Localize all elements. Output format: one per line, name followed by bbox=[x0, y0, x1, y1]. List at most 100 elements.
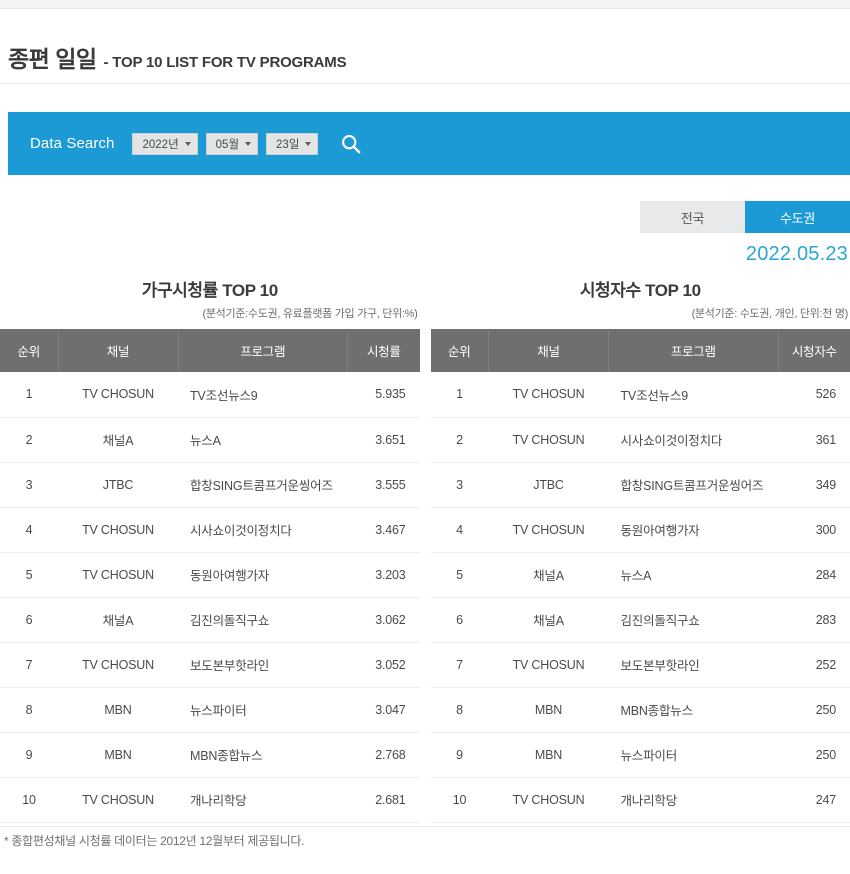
table-row[interactable]: 2 TV CHOSUN 시사쇼이것이정치다 361 bbox=[430, 417, 850, 463]
cell-rank: 3 bbox=[0, 462, 58, 508]
chevron-down-icon bbox=[305, 141, 312, 146]
chevron-down-icon bbox=[245, 141, 252, 146]
cell-channel: 채널A bbox=[58, 597, 178, 643]
cell-program: TV조선뉴스9 bbox=[608, 372, 778, 418]
chevron-down-icon bbox=[184, 141, 191, 146]
table-row[interactable]: 10 TV CHOSUN 개나리학당 2.681 bbox=[0, 777, 420, 823]
tab-nationwide[interactable]: 전국 bbox=[640, 201, 745, 233]
cell-channel: 채널A bbox=[488, 597, 609, 643]
cell-program: 개나리학당 bbox=[608, 777, 778, 823]
cell-value: 252 bbox=[778, 642, 850, 688]
column-header-value: 시청률 bbox=[347, 329, 420, 372]
table-row[interactable]: 4 TV CHOSUN 시사쇼이것이정치다 3.467 bbox=[0, 507, 420, 553]
page-title-korean: 종편 일일 bbox=[8, 46, 97, 72]
table-row[interactable]: 5 TV CHOSUN 동원아여행가자 3.203 bbox=[0, 552, 420, 598]
viewer-count-table: 순위 채널 프로그램 시청자수 1 TV CHOSUN TV조선뉴스9 526 2 TV … bbox=[430, 329, 850, 823]
table-row[interactable]: 3 JTBC 합창SING트콤프거운씽어즈 3.555 bbox=[0, 462, 420, 508]
cell-channel: TV CHOSUN bbox=[488, 777, 609, 823]
cell-value: 284 bbox=[778, 552, 850, 598]
table-row[interactable]: 6 채널A 김진의돌직구쇼 283 bbox=[430, 597, 850, 643]
viewer-count-table-block: 시청자수 TOP 10 (분석기준: 수도권, 개인, 단위:천 명) 순위 채… bbox=[430, 276, 850, 823]
cell-channel: MBN bbox=[488, 732, 609, 778]
column-header-rank: 순위 bbox=[0, 329, 59, 372]
table-row[interactable]: 8 MBN MBN종합뉴스 250 bbox=[430, 687, 850, 733]
cell-rank: 9 bbox=[0, 732, 58, 778]
cell-channel: TV CHOSUN bbox=[58, 552, 178, 598]
month-select-value: 05월 bbox=[215, 138, 240, 151]
cell-channel: JTBC bbox=[58, 462, 178, 508]
cell-channel: TV CHOSUN bbox=[488, 642, 609, 688]
cell-program: 시사쇼이것이정치다 bbox=[608, 417, 778, 463]
table-header-row: 순위 채널 프로그램 시청자수 bbox=[430, 329, 850, 372]
table-row[interactable]: 2 채널A 뉴스A 3.651 bbox=[0, 417, 420, 463]
column-header-rank: 순위 bbox=[430, 329, 489, 372]
cell-rank: 4 bbox=[430, 507, 489, 553]
cell-value: 283 bbox=[778, 597, 850, 643]
cell-channel: 채널A bbox=[58, 417, 178, 463]
table-row[interactable]: 5 채널A 뉴스A 284 bbox=[430, 552, 850, 598]
cell-program: 김진의돌직구쇼 bbox=[178, 597, 348, 643]
column-header-program: 프로그램 bbox=[178, 329, 348, 372]
table-row[interactable]: 7 TV CHOSUN 보도본부핫라인 252 bbox=[430, 642, 850, 688]
cell-value: 2.681 bbox=[347, 777, 420, 823]
cell-value: 2.768 bbox=[347, 732, 420, 778]
footnote-divider bbox=[0, 826, 850, 827]
cell-value: 247 bbox=[778, 777, 850, 823]
table-row[interactable]: 9 MBN MBN종합뉴스 2.768 bbox=[0, 732, 420, 778]
viewer-count-subtitle: (분석기준: 수도권, 개인, 단위:천 명) bbox=[691, 308, 849, 320]
cell-channel: TV CHOSUN bbox=[488, 507, 609, 553]
cell-value: 3.047 bbox=[347, 687, 420, 733]
table-row[interactable]: 3 JTBC 합창SING트콤프거운씽어즈 349 bbox=[430, 462, 850, 508]
selected-date-label: 2022.05.23 bbox=[745, 243, 848, 265]
table-header-row: 순위 채널 프로그램 시청률 bbox=[0, 329, 420, 372]
table-row[interactable]: 1 TV CHOSUN TV조선뉴스9 526 bbox=[430, 372, 850, 418]
day-select-value: 23일 bbox=[276, 138, 300, 151]
table-row[interactable]: 8 MBN 뉴스파이터 3.047 bbox=[0, 687, 420, 733]
top-strip bbox=[0, 0, 850, 8]
search-button[interactable] bbox=[336, 129, 366, 159]
cell-rank: 8 bbox=[430, 687, 489, 733]
data-search-label: Data Search bbox=[30, 135, 115, 152]
cell-value: 3.651 bbox=[347, 417, 420, 463]
cell-channel: TV CHOSUN bbox=[58, 777, 178, 823]
household-rating-title: 가구시청률 TOP 10 bbox=[141, 281, 278, 300]
cell-program: 합창SING트콤프거운씽어즈 bbox=[178, 462, 348, 508]
cell-value: 5.935 bbox=[347, 372, 420, 418]
cell-rank: 4 bbox=[0, 507, 58, 553]
table-row[interactable]: 10 TV CHOSUN 개나리학당 247 bbox=[430, 777, 850, 823]
cell-channel: TV CHOSUN bbox=[58, 372, 178, 418]
table-body: 1 TV CHOSUN TV조선뉴스9 5.935 2 채널A 뉴스A 3.651 3 JTBC 합… bbox=[0, 372, 420, 823]
page-root: 종편 일일 - TOP 10 LIST FOR TV PROGRAMS Data… bbox=[0, 0, 850, 874]
table-row[interactable]: 1 TV CHOSUN TV조선뉴스9 5.935 bbox=[0, 372, 420, 418]
page-title-english: - TOP 10 LIST FOR TV PROGRAMS bbox=[103, 54, 347, 71]
table-row[interactable]: 6 채널A 김진의돌직구쇼 3.062 bbox=[0, 597, 420, 643]
cell-rank: 9 bbox=[430, 732, 489, 778]
table-row[interactable]: 4 TV CHOSUN 동원아여행가자 300 bbox=[430, 507, 850, 553]
cell-value: 349 bbox=[778, 462, 850, 508]
table-row[interactable]: 9 MBN 뉴스파이터 250 bbox=[430, 732, 850, 778]
footnote-text: * 종합편성채널 시청률 데이터는 2012년 12월부터 제공됩니다. bbox=[4, 834, 305, 848]
viewer-count-title: 시청자수 TOP 10 bbox=[579, 281, 701, 300]
cell-program: 보도본부핫라인 bbox=[608, 642, 778, 688]
cell-value: 3.555 bbox=[347, 462, 420, 508]
year-select[interactable]: 2022년 bbox=[132, 132, 198, 155]
data-search-bar: Data Search 2022년 05월 23일 bbox=[8, 112, 850, 175]
cell-program: 동원아여행가자 bbox=[178, 552, 348, 598]
tab-metropolitan[interactable]: 수도권 bbox=[745, 201, 850, 233]
cell-rank: 1 bbox=[0, 372, 58, 418]
table-row[interactable]: 7 TV CHOSUN 보도본부핫라인 3.052 bbox=[0, 642, 420, 688]
table-header: 순위 채널 프로그램 시청률 bbox=[0, 329, 420, 372]
day-select[interactable]: 23일 bbox=[266, 132, 319, 155]
table-header: 순위 채널 프로그램 시청자수 bbox=[430, 329, 850, 372]
cell-program: 뉴스파이터 bbox=[178, 687, 348, 733]
cell-rank: 10 bbox=[430, 777, 489, 823]
year-select-value: 2022년 bbox=[142, 138, 179, 151]
cell-rank: 7 bbox=[0, 642, 58, 688]
month-select[interactable]: 05월 bbox=[205, 132, 259, 155]
cell-program: TV조선뉴스9 bbox=[178, 372, 348, 418]
cell-rank: 3 bbox=[430, 462, 489, 508]
cell-value: 250 bbox=[778, 732, 850, 778]
cell-program: 합창SING트콤프거운씽어즈 bbox=[608, 462, 778, 508]
cell-program: MBN종합뉴스 bbox=[608, 687, 778, 733]
cell-rank: 5 bbox=[430, 552, 489, 598]
